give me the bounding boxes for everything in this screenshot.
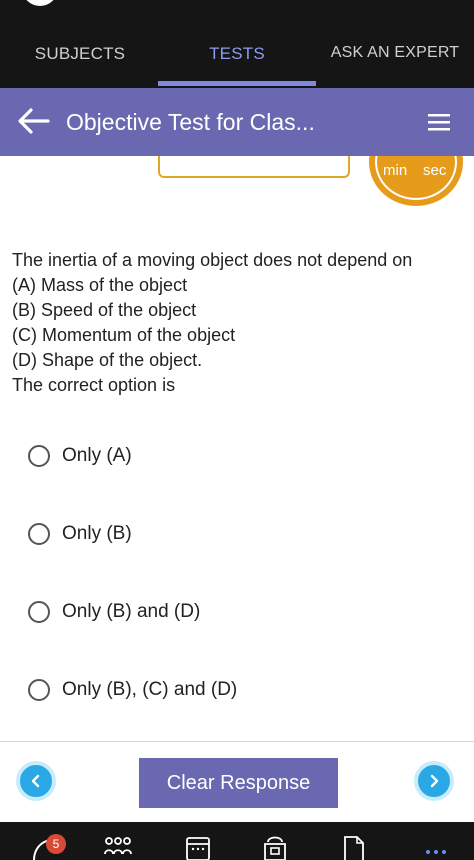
tab-subjects[interactable]: SUBJECTS	[0, 44, 160, 66]
page-title: Objective Test for Clas...	[66, 109, 315, 135]
bottom-nav	[0, 822, 474, 860]
question-palette-box[interactable]	[158, 156, 350, 178]
option-3[interactable]: Only (B) and (D)	[28, 597, 200, 627]
question-line: (C) Momentum of the object	[12, 325, 236, 345]
question-line: The inertia of a moving object does not …	[12, 250, 413, 270]
active-tab-indicator	[158, 81, 316, 86]
timer-sec-label: sec	[423, 162, 447, 179]
status-indicator	[22, 0, 58, 6]
back-arrow-icon[interactable]	[16, 106, 50, 136]
radio-button[interactable]	[28, 523, 50, 545]
radio-button[interactable]	[28, 679, 50, 701]
option-4[interactable]: Only (B), (C) and (D)	[28, 675, 237, 705]
option-1[interactable]: Only (A)	[28, 441, 132, 471]
document-icon[interactable]	[342, 834, 366, 860]
option-label: Only (A)	[62, 445, 132, 466]
radio-button[interactable]	[28, 445, 50, 467]
option-2[interactable]: Only (B)	[28, 519, 132, 549]
notification-badge: 5	[46, 834, 66, 854]
question-text: The inertia of a moving object does not …	[12, 248, 462, 398]
question-line: (A) Mass of the object	[12, 275, 188, 295]
community-icon[interactable]	[104, 834, 132, 860]
question-line: The correct option is	[12, 375, 176, 395]
title-bar: Objective Test for Clas...	[0, 88, 474, 156]
chevron-left-icon	[31, 774, 40, 788]
question-line: (B) Speed of the object	[12, 300, 197, 320]
chevron-right-icon	[430, 774, 439, 788]
radio-button[interactable]	[28, 601, 50, 623]
bag-icon[interactable]	[262, 834, 288, 860]
tab-tests[interactable]: TESTS	[158, 44, 316, 66]
more-icon[interactable]	[424, 834, 448, 860]
tab-ask-an-expert[interactable]: ASK AN EXPERT	[316, 44, 474, 66]
option-label: Only (B) and (D)	[62, 601, 201, 622]
footer-divider	[0, 741, 474, 742]
option-label: Only (B), (C) and (D)	[62, 679, 238, 700]
timer-min-label: min	[383, 162, 408, 179]
previous-question-button[interactable]	[16, 761, 56, 801]
next-question-button[interactable]	[414, 761, 454, 801]
menu-icon[interactable]	[427, 112, 451, 132]
option-label: Only (B)	[62, 523, 132, 544]
calendar-icon[interactable]	[185, 834, 211, 860]
question-line: (D) Shape of the object.	[12, 350, 203, 370]
clear-response-button[interactable]: Clear Response	[139, 758, 338, 808]
top-nav: SUBJECTS TESTS ASK AN EXPERT	[0, 0, 474, 88]
